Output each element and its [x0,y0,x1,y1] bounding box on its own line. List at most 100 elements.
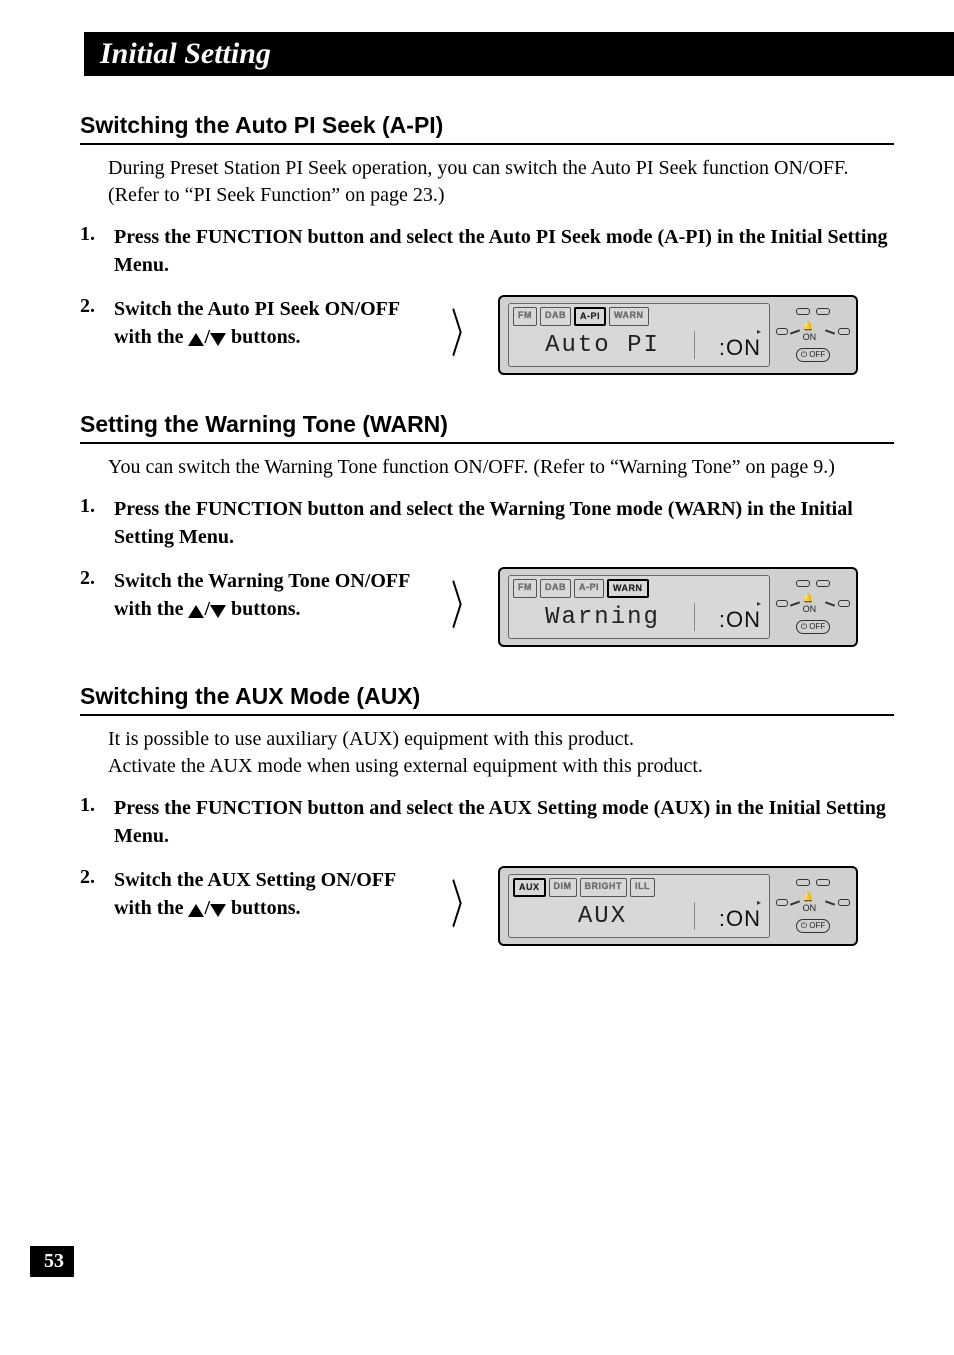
lcd-tab: A-PI [574,579,604,598]
section: Switching the Auto PI Seek (A-PI) During… [80,112,894,375]
manual-page: Initial Setting Switching the Auto PI Se… [0,0,954,1355]
lcd-separator [694,902,695,930]
lcd-tab: FM [513,307,537,326]
lcd-tab: AUX [513,878,546,897]
ray-icon [790,329,800,334]
section: Switching the AUX Mode (AUX) It is possi… [80,683,894,946]
ray-icon [825,900,835,905]
indicator-icon [796,580,810,587]
section-heading: Switching the AUX Mode (AUX) [80,683,894,716]
on-label: 🔔ON [803,892,824,913]
step: 2. Switch the Auto PI Seek ON/OFF with t… [80,295,894,375]
step-text: Switch the AUX Setting ON/OFF with the /… [114,866,414,922]
indicator-icon [838,600,850,607]
up-triangle-icon [188,333,204,346]
lcd-readout: Warning ▸ :ON [509,598,769,638]
ray-icon [790,900,800,905]
lcd-tab-row: AUXDIMBRIGHTILL [509,875,769,897]
ray-icon [825,601,835,606]
lcd-label: AUX [517,903,688,930]
lcd-readout: Auto PI ▸ :ON [509,326,769,366]
indicator-icon [838,899,850,906]
lcd-readout: AUX ▸ :ON [509,897,769,937]
chevron-right-icon: 〉 [451,309,477,361]
lcd-panel: AUXDIMBRIGHTILL AUX ▸ :ON 🔔ON ⏻ OFF [498,866,858,946]
down-triangle-icon [210,605,226,618]
lcd-tab: WARN [607,579,649,598]
off-badge: ⏻ OFF [796,919,831,933]
indicator-icon [776,600,788,607]
step: 1. Press the FUNCTION button and select … [80,495,894,551]
step-number: 2. [80,295,114,318]
indicator-icon [776,899,788,906]
step: 2. Switch the AUX Setting ON/OFF with th… [80,866,894,946]
lcd-tab: A-PI [574,307,606,326]
off-label: ⏻ OFF [801,921,826,931]
off-badge: ⏻ OFF [796,348,831,362]
lcd-label: Warning [517,604,688,631]
section-intro: It is possible to use auxiliary (AUX) eq… [108,726,894,780]
off-label: ⏻ OFF [801,350,826,360]
ray-icon [790,601,800,606]
lcd-panel: FMDABA-PIWARN Auto PI ▸ :ON 🔔ON ⏻ OFF [498,295,858,375]
off-label: ⏻ OFF [801,622,826,632]
indicator-icon [838,328,850,335]
lcd-side-icons: 🔔ON ⏻ OFF [778,874,848,938]
lcd-main: AUXDIMBRIGHTILL AUX ▸ :ON [508,874,770,938]
step-number: 2. [80,567,114,590]
lcd-tab: ILL [630,878,655,897]
up-triangle-icon [188,904,204,917]
lcd-side-icons: 🔔ON ⏻ OFF [778,575,848,639]
step-number: 2. [80,866,114,889]
step: 1. Press the FUNCTION button and select … [80,223,894,279]
lcd-side-icons: 🔔ON ⏻ OFF [778,303,848,367]
section: Setting the Warning Tone (WARN) You can … [80,411,894,647]
on-label: 🔔ON [803,321,824,342]
off-badge: ⏻ OFF [796,620,831,634]
indicator-icon [816,580,830,587]
lcd-tab: DAB [540,579,571,598]
chevron-right-icon: 〉 [451,880,477,932]
step-number: 1. [80,223,114,246]
lcd-main: FMDABA-PIWARN Auto PI ▸ :ON [508,303,770,367]
lcd-tab: WARN [609,307,649,326]
step-text: Press the FUNCTION button and select the… [114,495,894,551]
lcd-value: :ON [719,607,761,633]
lcd-panel: FMDABA-PIWARN Warning ▸ :ON 🔔ON ⏻ OFF [498,567,858,647]
up-triangle-icon [188,605,204,618]
page-number: 53 [30,1246,74,1277]
indicator-icon [776,328,788,335]
indicator-icon [796,308,810,315]
down-triangle-icon [210,333,226,346]
on-label: 🔔ON [803,593,824,614]
step: 1. Press the FUNCTION button and select … [80,794,894,850]
step-number: 1. [80,495,114,518]
lcd-separator [694,603,695,631]
lcd-value: :ON [719,335,761,361]
indicator-icon [796,879,810,886]
lcd-tab: BRIGHT [580,878,628,897]
lcd-separator [694,331,695,359]
step-number: 1. [80,794,114,817]
step: 2. Switch the Warning Tone ON/OFF with t… [80,567,894,647]
lcd-tab: DIM [549,878,577,897]
lcd-tab-row: FMDABA-PIWARN [509,576,769,598]
step-text: Press the FUNCTION button and select the… [114,223,894,279]
lcd-label: Auto PI [517,332,688,359]
section-heading: Setting the Warning Tone (WARN) [80,411,894,444]
indicator-icon [816,879,830,886]
section-intro: During Preset Station PI Seek operation,… [108,155,894,209]
lcd-tab: DAB [540,307,571,326]
step-text: Press the FUNCTION button and select the… [114,794,894,850]
section-heading: Switching the Auto PI Seek (A-PI) [80,112,894,145]
down-triangle-icon [210,904,226,917]
step-text: Switch the Auto PI Seek ON/OFF with the … [114,295,414,351]
section-intro: You can switch the Warning Tone function… [108,454,894,481]
ray-icon [825,329,835,334]
lcd-illustration: 〉 AUXDIMBRIGHTILL AUX ▸ :ON 🔔ON ⏻ OFF [438,866,858,946]
lcd-tab-row: FMDABA-PIWARN [509,304,769,326]
chevron-right-icon: 〉 [451,581,477,633]
page-title: Initial Setting [100,37,271,71]
lcd-illustration: 〉 FMDABA-PIWARN Auto PI ▸ :ON 🔔ON ⏻ OFF [438,295,858,375]
lcd-value: :ON [719,906,761,932]
